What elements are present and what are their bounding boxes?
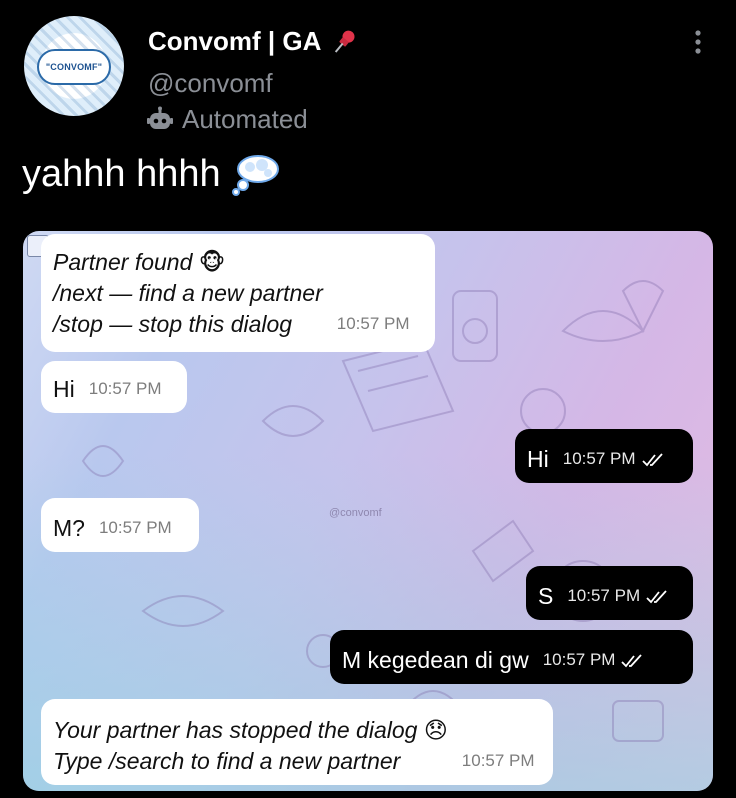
- watermark: @convomf: [329, 507, 382, 519]
- message-time: 10:57 PM: [88, 379, 162, 398]
- more-options-icon[interactable]: [690, 28, 706, 58]
- message-line: /stop — stop this dialog: [53, 311, 293, 337]
- chat-screenshot[interactable]: @convomf Partner found 🐵 /next — find a …: [23, 231, 713, 791]
- message-time-text: 10:57 PM: [567, 586, 641, 605]
- display-name-row: Convomf | GA: [148, 26, 359, 57]
- message-bubble[interactable]: Hi 10:57 PM: [515, 429, 693, 483]
- message-text: Your partner has stopped the dialog 😞 Ty…: [53, 715, 448, 777]
- message-time-text: 10:57 PM: [542, 650, 616, 669]
- message-line: Partner found 🐵: [53, 249, 226, 275]
- message-bubble[interactable]: M kegedean di gw 10:57 PM: [330, 630, 693, 684]
- tweet-text: yahhh hhhh: [22, 152, 281, 196]
- avatar-logo: "CONVOMF": [37, 49, 111, 85]
- automated-badge: Automated: [146, 104, 308, 135]
- message-bubble[interactable]: S 10:57 PM: [526, 566, 693, 620]
- pushpin-icon: [335, 30, 355, 53]
- avatar-logo-text: "CONVOMF": [45, 62, 103, 72]
- message-bubble[interactable]: Partner found 🐵 /next — find a new partn…: [41, 234, 435, 352]
- user-handle[interactable]: @convomf: [148, 68, 273, 99]
- message-time: 10:57 PM: [336, 314, 410, 333]
- message-bubble[interactable]: M? 10:57 PM: [41, 498, 199, 552]
- display-name[interactable]: Convomf | GA: [148, 26, 321, 57]
- message-text: Hi: [527, 446, 549, 472]
- message-time-text: 10:57 PM: [562, 449, 636, 468]
- message-time: 10:57 PM: [567, 586, 668, 606]
- message-time: 10:57 PM: [563, 449, 664, 469]
- thought-balloon-icon: [231, 155, 279, 196]
- message-text: S: [538, 583, 554, 609]
- double-check-icon: [621, 653, 643, 667]
- tweet-body: yahhh hhhh: [22, 152, 221, 195]
- message-time: 10:57 PM: [461, 751, 535, 770]
- message-time: 10:57 PM: [98, 518, 172, 537]
- message-line: /next — find a new partner: [53, 280, 323, 306]
- automated-label: Automated: [182, 104, 308, 134]
- double-check-icon: [641, 452, 663, 466]
- message-text: Hi: [53, 376, 75, 402]
- message-text: M kegedean di gw: [342, 647, 529, 673]
- message-text: Partner found 🐵 /next — find a new partn…: [53, 247, 323, 340]
- message-bubble[interactable]: Your partner has stopped the dialog 😞 Ty…: [41, 699, 553, 785]
- message-line: Type /search to find a new partner: [53, 748, 401, 774]
- message-line: Your partner has stopped the dialog 😞: [53, 717, 448, 743]
- message-time: 10:57 PM: [543, 650, 644, 670]
- message-text: M?: [53, 515, 85, 541]
- avatar[interactable]: "CONVOMF": [24, 16, 124, 116]
- double-check-icon: [646, 589, 667, 603]
- message-bubble[interactable]: Hi 10:57 PM: [41, 361, 187, 413]
- robot-icon: [147, 106, 173, 129]
